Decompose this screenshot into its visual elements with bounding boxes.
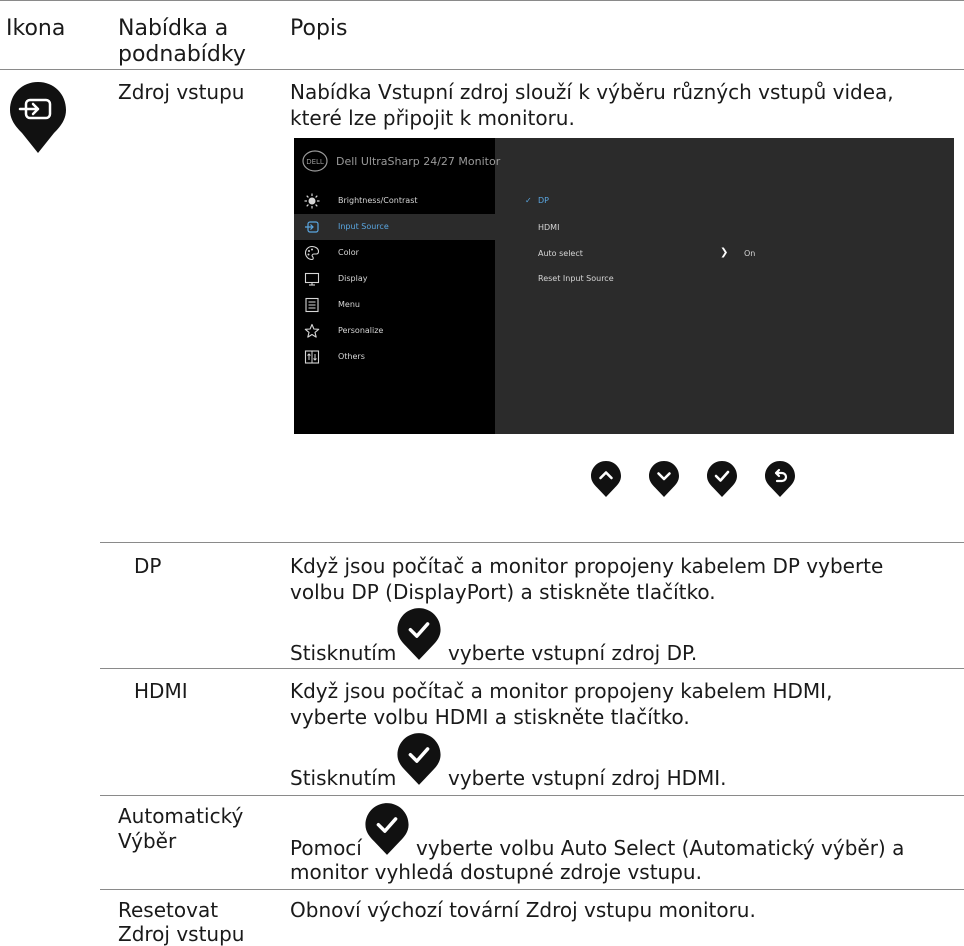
sub-row-auto-press-pre: Pomocí: [290, 836, 362, 860]
osd-title: Dell UltraSharp 24/27 Monitor: [336, 155, 501, 168]
menu-label-input-source: Zdroj vstupu: [118, 80, 245, 104]
osd-option-auto-select[interactable]: Auto select: [538, 248, 583, 260]
osd-menu-label: Personalize: [338, 326, 384, 335]
svg-text:DELL: DELL: [306, 158, 324, 166]
check-icon[interactable]: [706, 460, 738, 498]
check-mark-icon: ✓: [525, 196, 532, 205]
osd-menu-input-source[interactable]: Input Source: [294, 214, 495, 240]
osd-options-panel: [495, 138, 954, 434]
osd-menu-color[interactable]: Color: [294, 240, 495, 266]
sub-row-dp-desc-1: Když jsou počítač a monitor propojeny ka…: [290, 554, 884, 578]
check-icon: [396, 731, 442, 787]
dell-logo-icon: DELL: [302, 150, 328, 172]
row-rule: [100, 795, 964, 796]
sub-row-auto-name-1: Automatický: [118, 804, 244, 828]
col-header-icon: Ikona: [6, 16, 66, 41]
input-source-icon: [8, 80, 68, 154]
menu-list-icon: [304, 297, 320, 313]
sub-row-hdmi-press-pre: Stisknutím: [290, 766, 397, 790]
osd-option-hdmi[interactable]: HDMI: [538, 222, 559, 234]
col-header-desc: Popis: [290, 16, 348, 41]
col-header-menu-2: podnabídky: [118, 42, 246, 67]
sub-row-hdmi-desc-2: vyberte volbu HDMI a stiskněte tlačítko.: [290, 705, 690, 729]
row-rule: [100, 542, 964, 543]
back-icon[interactable]: [764, 460, 796, 498]
osd-menu-label: Others: [338, 352, 365, 361]
osd-menu-display[interactable]: Display: [294, 266, 495, 292]
osd-option-dp[interactable]: DP: [538, 195, 549, 207]
osd-menu-menu[interactable]: Menu: [294, 292, 495, 318]
osd-menu-label: Color: [338, 248, 359, 257]
row-rule: [100, 889, 964, 890]
sub-row-reset-name-1: Resetovat: [118, 898, 219, 922]
osd-menu-brightness[interactable]: Brightness/Contrast: [294, 188, 495, 214]
sub-row-auto-press-post: vyberte volbu Auto Select (Automatický v…: [416, 836, 905, 860]
top-rule: [0, 0, 964, 1]
osd-option-reset-input[interactable]: Reset Input Source: [538, 273, 614, 285]
osd-menu-label: Input Source: [338, 222, 389, 231]
up-icon[interactable]: [590, 460, 622, 498]
star-icon: [304, 323, 320, 339]
others-icon: [304, 349, 320, 365]
display-icon: [304, 271, 320, 287]
osd-menu-label: Brightness/Contrast: [338, 196, 418, 205]
osd-option-auto-select-value: On: [744, 249, 756, 258]
osd-menu-personalize[interactable]: Personalize: [294, 318, 495, 344]
chevron-right-icon: ❯: [720, 247, 729, 258]
osd-menu-label: Menu: [338, 300, 360, 309]
header-rule: [0, 69, 964, 70]
brightness-icon: [304, 193, 320, 209]
osd-menu-others[interactable]: Others: [294, 344, 495, 370]
sub-row-auto-name-2: Výběr: [118, 829, 177, 853]
col-header-menu-1: Nabídka a: [118, 16, 229, 41]
main-description-2: které lze připojit k monitoru.: [290, 106, 575, 130]
sub-row-reset-desc: Obnoví výchozí tovární Zdroj vstupu moni…: [290, 898, 756, 922]
sub-row-hdmi-name: HDMI: [134, 679, 188, 703]
down-icon[interactable]: [648, 460, 680, 498]
main-description-1: Nabídka Vstupní zdroj slouží k výběru rů…: [290, 80, 894, 104]
input-source-icon: [304, 219, 320, 235]
sub-row-dp-press-post: vyberte vstupní zdroj DP.: [448, 641, 698, 665]
sub-row-reset-name-2: Zdroj vstupu: [118, 922, 245, 946]
sub-row-dp-press-pre: Stisknutím: [290, 641, 397, 665]
sub-row-hdmi-desc-1: Když jsou počítač a monitor propojeny ka…: [290, 679, 833, 703]
check-icon: [396, 606, 442, 662]
sub-row-dp-desc-2: volbu DP (DisplayPort) a stiskněte tlačí…: [290, 580, 716, 604]
osd-screenshot: DELL Dell UltraSharp 24/27 Monitor Brigh…: [294, 138, 954, 434]
sub-row-hdmi-press-post: vyberte vstupní zdroj HDMI.: [448, 766, 727, 790]
sub-row-auto-desc-2: monitor vyhledá dostupné zdroje vstupu.: [290, 860, 702, 884]
sub-row-dp-name: DP: [134, 554, 162, 578]
row-rule: [100, 668, 964, 669]
color-palette-icon: [304, 245, 320, 261]
check-icon: [364, 801, 410, 857]
osd-menu-label: Display: [338, 274, 368, 283]
